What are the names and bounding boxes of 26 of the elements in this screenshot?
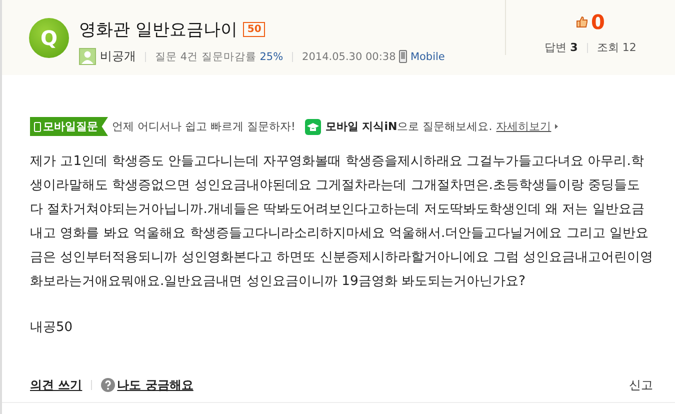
chevron-icon <box>555 124 558 129</box>
avatar-icon <box>79 48 96 65</box>
post-date: 2014.05.30 00:38 <box>302 50 396 62</box>
author-name: 비공개 <box>100 48 136 65</box>
device-label: Mobile <box>410 50 445 62</box>
graduation-cap-icon <box>305 118 322 134</box>
details-link[interactable]: 자세히보기 <box>496 119 552 134</box>
question-body: 제가 고1인데 학생증도 안들고다니는데 자꾸영화볼때 학생증을제시하래요 그걸누가들고다녀요 아무리.학 생이라말해도 학생증없으면 성인요금내야된데요 그게절차라는데 그개절차면은.초등학생들이랑 중딩들도 다 절차거쳐야되는거아닙니까.개네들은 딱봐도어려보인다고하는데 저도딱봐도학생인데 왜 저는 일반요금 내고 영화를 봐요 억울해요 학생증들고다니라소리하지마세요 억울해서.더안들고다닐거에요 그리고 일반요 금은 성인부터적용되니까 성인영화본다고 하면또 신분증제시하라할거아니에요 그럼 성인요금내고어린이영 화보라는거애요뭐애요.일반요금내면 성인요금이니까 19금영화 봐도되는거아닌가요? <box>30 153 654 291</box>
thumbs-up-icon[interactable] <box>576 16 588 28</box>
question-title: 영화관 일반요금나이 <box>79 19 238 41</box>
brand-text: 모바일 지식iN으로 질문해보세요. <box>325 119 492 134</box>
question-icon: Q <box>29 18 69 58</box>
question-stats: 질문 4건 질문마감률 <box>155 50 256 64</box>
phone-icon <box>399 50 408 63</box>
help-icon <box>101 378 116 392</box>
report-link[interactable]: 신고 <box>629 376 653 394</box>
like-count: 0 <box>591 10 605 34</box>
banner-text: 언제 어디서나 쉽고 빠르게 질문하자! <box>112 119 296 134</box>
view-count: 조회 12 <box>596 40 636 55</box>
write-comment-link[interactable]: 의견 쓰기 <box>30 376 82 394</box>
curious-link[interactable]: 나도 궁금해요 <box>117 376 194 394</box>
reward-points: 내공50 <box>30 319 74 336</box>
points-badge: 50 <box>243 22 266 37</box>
answer-count: 답변 3 <box>544 40 578 55</box>
mobile-question-badge: 모바일질문 <box>30 117 108 136</box>
close-rate: 25% <box>260 50 284 62</box>
